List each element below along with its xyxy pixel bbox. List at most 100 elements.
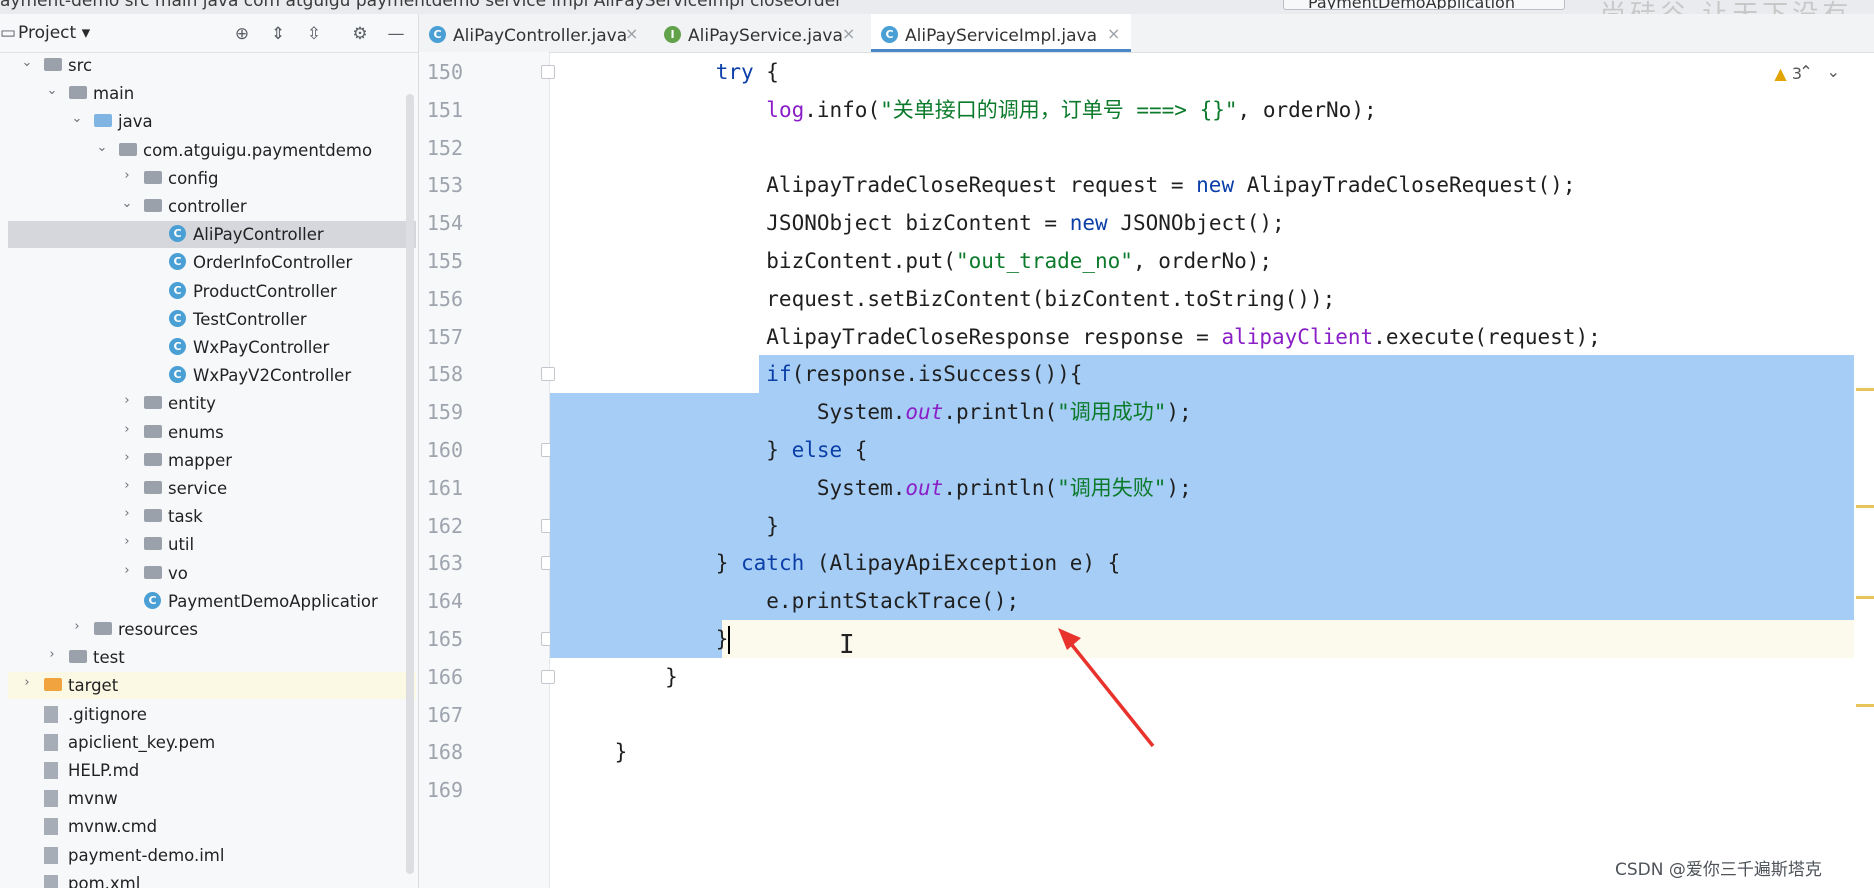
tree-item[interactable]: C OrderInfoController: [8, 249, 416, 276]
chevron-right-icon[interactable]: ›: [120, 422, 134, 437]
tree-item[interactable]: mvnw: [8, 785, 416, 812]
chevron-right-icon[interactable]: ›: [120, 506, 134, 521]
tree-item[interactable]: › mapper: [8, 447, 416, 474]
code-line[interactable]: }: [564, 658, 678, 696]
tree-item[interactable]: ⌄ java: [8, 108, 416, 135]
tree-item[interactable]: C WxPayV2Controller: [8, 362, 416, 389]
chevron-down-icon[interactable]: ⌄: [1827, 62, 1854, 81]
tree-item[interactable]: › vo: [8, 560, 416, 587]
tree-item[interactable]: › config: [8, 165, 416, 192]
project-scrollbar[interactable]: [406, 94, 414, 874]
scrollbar-marker[interactable]: [1856, 505, 1874, 508]
scrollbar-marker[interactable]: [1856, 388, 1874, 391]
class-icon: C: [169, 338, 186, 355]
tree-item[interactable]: ⌄ src: [8, 52, 416, 79]
code-line[interactable]: }: [564, 620, 731, 658]
code-line[interactable]: try {: [564, 53, 779, 91]
locate-file-icon[interactable]: ⊕: [232, 24, 252, 44]
code-token: }: [564, 513, 779, 538]
editor-tab[interactable]: I AliPayService.java ×: [654, 14, 866, 52]
line-number: 168: [426, 740, 463, 765]
tree-item[interactable]: C AliPayController: [8, 221, 416, 249]
collapse-all-icon[interactable]: ⇳: [304, 24, 324, 44]
close-icon[interactable]: ×: [625, 24, 638, 43]
code-line[interactable]: } else {: [564, 431, 867, 469]
editor-gutter[interactable]: 150 151 152 153 154 155 156 157 158 159 160 161 162 1…: [419, 52, 555, 888]
tree-item-label: target: [68, 676, 119, 696]
tree-item-label: HELP.md: [68, 761, 140, 780]
tree-item[interactable]: › entity: [8, 390, 416, 417]
chevron-right-icon[interactable]: ›: [20, 675, 34, 690]
tree-item[interactable]: C TestController: [8, 306, 416, 333]
tree-item[interactable]: ⌄ controller: [8, 193, 416, 220]
chevron-up-icon[interactable]: ⌃: [1799, 62, 1826, 81]
run-configuration-select[interactable]: PaymentDemoApplication: [1283, 0, 1565, 10]
chevron-down-icon[interactable]: ⌄: [120, 196, 134, 211]
chevron-right-icon[interactable]: ›: [120, 450, 134, 465]
tree-item[interactable]: C ProductController: [8, 278, 416, 305]
tree-item[interactable]: apiclient_key.pem: [8, 729, 416, 756]
project-panel-title[interactable]: Project ▾: [18, 23, 90, 43]
hide-panel-icon[interactable]: —: [386, 24, 406, 44]
line-number: 159: [426, 400, 463, 425]
code-line[interactable]: request.setBizContent(bizContent.toStrin…: [564, 280, 1335, 318]
chevron-right-icon[interactable]: ›: [120, 393, 134, 408]
scrollbar-marker[interactable]: [1856, 596, 1874, 599]
tree-item[interactable]: › task: [8, 503, 416, 530]
tree-item[interactable]: C PaymentDemoApplicatior: [8, 588, 416, 615]
close-icon[interactable]: ×: [1107, 24, 1120, 43]
editor-tab[interactable]: C AliPayServiceImpl.java ×: [871, 14, 1131, 52]
chevron-right-icon[interactable]: ›: [45, 647, 59, 662]
line-number: 151: [426, 97, 463, 122]
tree-item[interactable]: › resources: [8, 616, 416, 643]
tree-item[interactable]: ⌄ com.atguigu.paymentdemo: [8, 137, 416, 164]
tree-item[interactable]: payment-demo.iml: [8, 842, 416, 869]
tree-item[interactable]: › util: [8, 531, 416, 558]
gear-icon[interactable]: ⚙: [350, 24, 370, 44]
chevron-right-icon[interactable]: ›: [70, 619, 84, 634]
scrollbar-marker[interactable]: [1856, 704, 1874, 707]
code-line[interactable]: bizContent.put("out_trade_no", orderNo);: [564, 242, 1272, 280]
code-line[interactable]: }: [564, 507, 779, 545]
tree-item[interactable]: C WxPayController: [8, 334, 416, 361]
chevron-right-icon[interactable]: ›: [120, 534, 134, 549]
chevron-right-icon[interactable]: ›: [120, 478, 134, 493]
line-number: 161: [426, 475, 463, 500]
chevron-right-icon[interactable]: ›: [120, 563, 134, 578]
tree-item[interactable]: › service: [8, 475, 416, 502]
tree-item[interactable]: › test: [8, 644, 416, 671]
tree-item[interactable]: › enums: [8, 419, 416, 446]
chevron-down-icon[interactable]: ⌄: [95, 140, 109, 155]
project-window-icon: ▭: [0, 23, 17, 43]
code-area[interactable]: try { log.info("关单接口的调用，订单号 ===> {}", or…: [550, 52, 1854, 888]
tree-item[interactable]: › target: [8, 672, 416, 700]
chevron-down-icon[interactable]: ⌄: [20, 55, 34, 70]
code-line[interactable]: log.info("关单接口的调用，订单号 ===> {}", orderNo)…: [564, 91, 1376, 129]
tree-item[interactable]: HELP.md: [8, 757, 416, 784]
chevron-down-icon[interactable]: ⌄: [45, 83, 59, 98]
tree-item[interactable]: .gitignore: [8, 701, 416, 728]
tree-item[interactable]: ⌄ main: [8, 80, 416, 107]
breadcrumb[interactable]: ayment-demo src main java com atguigu pa…: [0, 0, 842, 11]
code-line[interactable]: AlipayTradeCloseRequest request = new Al…: [564, 166, 1575, 204]
inspection-navigation[interactable]: ⌃⌄: [1799, 62, 1854, 81]
tree-item[interactable]: mvnw.cmd: [8, 813, 416, 840]
code-token: }: [564, 664, 678, 689]
code-line[interactable]: } catch (AlipayApiException e) {: [564, 544, 1121, 582]
inspection-widget[interactable]: ▲ 3: [1774, 64, 1802, 83]
code-line[interactable]: System.out.println("调用失败");: [564, 469, 1192, 507]
code-line[interactable]: }: [564, 733, 628, 771]
code-line[interactable]: AlipayTradeCloseResponse response = alip…: [564, 318, 1600, 356]
code-line[interactable]: JSONObject bizContent = new JSONObject()…: [564, 204, 1284, 242]
code-line[interactable]: if(response.isSuccess()){: [564, 355, 1082, 393]
tree-item-label: com.atguigu.paymentdemo: [143, 140, 373, 160]
editor-tab[interactable]: C AliPayController.java ×: [419, 14, 649, 52]
code-line[interactable]: System.out.println("调用成功");: [564, 393, 1192, 431]
chevron-down-icon[interactable]: ⌄: [70, 111, 84, 126]
tree-item[interactable]: pom.xml: [8, 870, 416, 888]
close-icon[interactable]: ×: [842, 24, 855, 43]
chevron-right-icon[interactable]: ›: [120, 168, 134, 183]
expand-all-icon[interactable]: ⇕: [268, 24, 288, 44]
folder-icon: [144, 565, 162, 579]
code-line[interactable]: e.printStackTrace();: [564, 582, 1019, 620]
